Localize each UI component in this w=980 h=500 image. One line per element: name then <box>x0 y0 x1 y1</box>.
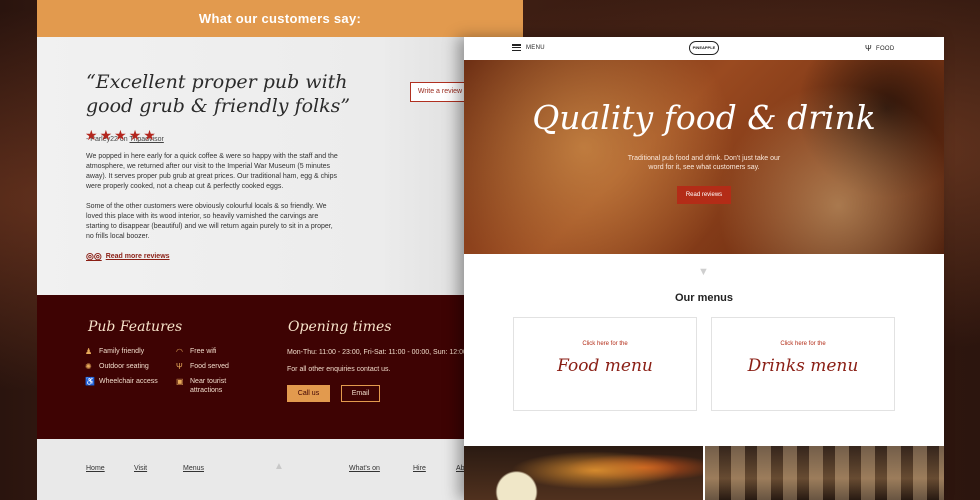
feature-item: ♿ Wheelchair access <box>85 377 176 395</box>
home-page: MENU PINEAPPLE Ψ FOOD Quality food & dri… <box>464 37 944 500</box>
review-section: “Excellent proper pub with good grub & f… <box>37 37 527 295</box>
menu-label: MENU <box>526 44 545 51</box>
scroll-down-icon[interactable]: ▼ <box>698 266 709 278</box>
opening-hours: Mon-Thu: 11:00 - 23:00, Fri-Sat: 11:00 -… <box>287 349 491 356</box>
menu-button[interactable]: MENU <box>512 44 545 51</box>
hero-subtitle: Traditional pub food and drink. Don't ju… <box>627 155 781 171</box>
bar-photo <box>705 446 944 500</box>
reviews-page: What our customers say: “Excellent prope… <box>37 0 527 500</box>
tripadvisor-owl-icon: ◎◎ <box>86 251 102 261</box>
footer-link-home[interactable]: Home <box>86 465 105 472</box>
star-icon: ★ <box>99 127 113 143</box>
card-menu-name: Food menu <box>557 356 653 376</box>
feature-item: ✺ Outdoor seating <box>85 362 149 371</box>
footer-link-visit[interactable]: Visit <box>134 465 147 472</box>
star-rating: ★ ★ ★ ★ ★ <box>85 128 156 142</box>
testimonials-banner: What our customers say: <box>37 0 523 37</box>
enquiry-text: For all other enquiries contact us. <box>287 366 391 373</box>
menus-heading: Our menus <box>674 292 734 304</box>
star-icon: ★ <box>85 127 98 143</box>
food-button[interactable]: Ψ FOOD <box>865 44 895 53</box>
cutlery-icon: Ψ <box>865 44 872 53</box>
food-menu-card[interactable]: Click here for the Food menu <box>513 317 697 411</box>
read-more-reviews-link[interactable]: ◎◎ Read more reviews <box>86 251 170 262</box>
family-icon: ♟ <box>85 347 93 356</box>
star-icon: ★ <box>114 127 127 143</box>
top-bar: MENU PINEAPPLE Ψ FOOD <box>464 37 944 60</box>
quote-text: “Excellent proper pub with good grub & f… <box>86 71 351 117</box>
drinks-menu-card[interactable]: Click here for the Drinks menu <box>711 317 895 411</box>
cutlery-icon: Ψ <box>176 362 183 371</box>
footer-navigation: Home Visit Menus ▲ What's on Hire Ab <box>37 439 527 500</box>
card-menu-name: Drinks menu <box>747 356 859 376</box>
feature-item: ♟ Family friendly <box>85 347 145 356</box>
sun-icon: ✺ <box>85 362 92 371</box>
card-click-text: Click here for the <box>582 341 628 347</box>
review-paragraph: We popped in here early for a quick coff… <box>86 153 338 190</box>
back-to-top-icon[interactable]: ▲ <box>274 461 284 472</box>
read-reviews-button[interactable]: Read reviews <box>677 186 731 204</box>
pub-features-title: Pub Features <box>88 319 183 335</box>
hero-title: Quality food & drink <box>532 98 876 137</box>
pineapple-logo[interactable]: PINEAPPLE <box>689 41 719 55</box>
food-photo <box>464 446 703 500</box>
opening-times-title: Opening times <box>288 319 392 335</box>
hero-banner: Quality food & drink Traditional pub foo… <box>464 60 944 254</box>
star-icon: ★ <box>128 127 142 143</box>
footer-link-whats-on[interactable]: What's on <box>349 465 380 472</box>
footer-link-hire[interactable]: Hire <box>413 465 426 472</box>
features-list: ♟ Family friendly ◠ Free wifi ✺ Outdoor sea… <box>85 347 255 395</box>
features-section: Pub Features ♟ Family friendly ◠ Free wifi… <box>37 295 527 439</box>
read-more-label: Read more reviews <box>105 253 170 260</box>
feature-item: ▣ Near tourist attractions <box>176 377 227 394</box>
feature-item: ◠ Free wifi <box>176 347 217 356</box>
hamburger-icon <box>512 44 521 51</box>
feature-item: Ψ Food served <box>176 362 229 371</box>
review-paragraph: Some of the other customers were obvious… <box>86 203 333 240</box>
star-icon: ★ <box>143 127 156 143</box>
camera-icon: ▣ <box>176 377 184 386</box>
write-review-button[interactable]: Write a review <box>410 82 470 102</box>
card-click-text: Click here for the <box>780 341 826 347</box>
wheelchair-icon: ♿ <box>85 377 95 386</box>
email-button[interactable]: Email <box>341 385 380 402</box>
call-us-button[interactable]: Call us <box>287 385 330 402</box>
food-label: FOOD <box>875 45 895 52</box>
review-body: We popped in here early for a quick coff… <box>86 152 342 252</box>
wifi-icon: ◠ <box>176 347 183 356</box>
footer-link-menus[interactable]: Menus <box>183 465 204 472</box>
